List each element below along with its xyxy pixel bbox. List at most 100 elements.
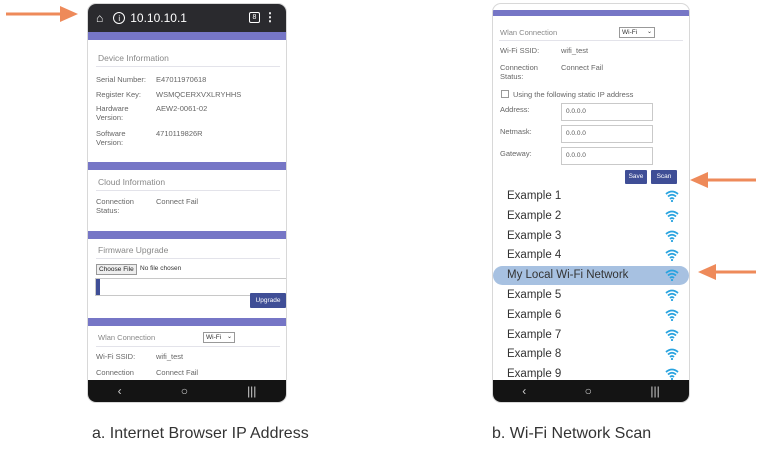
chevron-down-icon: ⌄ <box>226 334 232 340</box>
browser-url-bar: ⌂ i 10.10.10.1 8 ⋮ <box>88 4 286 32</box>
network-item[interactable]: Example 5 <box>493 286 689 305</box>
network-name: Example 8 <box>507 348 562 361</box>
wlan-status-value: Connect Fail <box>561 63 604 72</box>
menu-icon[interactable]: ⋮ <box>264 10 276 24</box>
arrow-left-url <box>6 6 78 22</box>
wifi-signal-icon <box>665 368 679 381</box>
wifi-signal-icon <box>665 230 679 242</box>
arrow-scan-button <box>690 172 756 188</box>
wlan-title: Wlan Connection <box>98 333 156 342</box>
section-stripe <box>88 162 286 170</box>
address-label: Address: <box>500 105 530 114</box>
network-name: Example 9 <box>507 368 562 381</box>
divider <box>96 190 280 191</box>
software-value: 4710119826R <box>156 129 203 138</box>
scan-label: Scan <box>656 173 672 180</box>
recent-apps-icon[interactable]: ||| <box>650 384 659 398</box>
network-item[interactable]: Example 7 <box>493 326 689 345</box>
back-icon[interactable]: ‹ <box>522 384 526 398</box>
network-name: Example 2 <box>507 209 562 222</box>
wifi-signal-icon <box>665 269 679 282</box>
wifi-signal-icon <box>665 190 679 202</box>
software-label-line2: Version: <box>96 138 124 147</box>
save-button[interactable]: Save <box>625 170 647 184</box>
cloud-status-label: Connection Status: <box>96 197 134 215</box>
wlan-mode-select[interactable]: Wi-Fi ⌄ <box>619 27 655 38</box>
network-item[interactable]: Example 6 <box>493 306 689 325</box>
gateway-label: Gateway: <box>500 149 532 158</box>
gateway-field[interactable]: 0.0.0.0 <box>561 147 653 165</box>
network-name: Example 6 <box>507 308 562 321</box>
static-ip-checkbox[interactable] <box>501 90 509 98</box>
hardware-value: AEW2-0061-02 <box>156 104 208 113</box>
scan-button[interactable]: Scan <box>651 170 677 184</box>
home-nav-icon[interactable]: ○ <box>585 384 592 398</box>
serial-label: Serial Number: <box>96 75 147 84</box>
file-status: No file chosen <box>140 265 182 272</box>
cloud-status-value: Connect Fail <box>156 197 199 206</box>
netmask-label: Netmask: <box>500 127 532 136</box>
network-name: Example 4 <box>507 249 562 262</box>
serial-value: E47011970618 <box>156 75 207 84</box>
wlan-status-label-line1: Connection <box>500 63 538 72</box>
caption-b: b. Wi-Fi Network Scan <box>492 425 652 442</box>
network-item[interactable]: Example 8 <box>493 345 689 364</box>
wlan-status-label: Connection Status: <box>500 63 538 81</box>
recent-apps-icon[interactable]: ||| <box>247 384 256 398</box>
wifi-scan-phone-screenshot: Wlan Connection Wi-Fi ⌄ Wi-Fi SSID: wifi… <box>493 4 689 402</box>
network-item-selected[interactable]: My Local Wi-Fi Network <box>493 266 689 286</box>
software-label: Software Version: <box>96 129 126 147</box>
wlan-title: Wlan Connection <box>500 28 558 37</box>
network-name: Example 1 <box>507 190 562 202</box>
url-text[interactable]: 10.10.10.1 <box>130 11 187 25</box>
save-label: Save <box>628 173 644 180</box>
network-name: My Local Wi-Fi Network <box>507 269 629 282</box>
wifi-signal-icon <box>665 249 679 262</box>
wlan-status-value: Connect Fail <box>156 368 199 377</box>
network-item[interactable]: Example 1 <box>493 187 689 206</box>
network-item[interactable]: Example 4 <box>493 246 689 265</box>
register-label: Register Key: <box>96 90 142 99</box>
caption-a: a. Internet Browser IP Address <box>92 425 309 442</box>
section-stripe <box>88 318 286 326</box>
wlan-mode-select[interactable]: Wi-Fi ⌄ <box>203 332 235 343</box>
wlan-mode-value: Wi-Fi <box>622 29 638 36</box>
header-stripe <box>493 10 689 16</box>
upgrade-label: Upgrade <box>255 297 281 304</box>
divider <box>96 258 280 259</box>
android-nav-bar: ‹ ○ ||| <box>88 380 286 402</box>
home-icon[interactable]: ⌂ <box>96 11 103 25</box>
address-field[interactable]: 0.0.0.0 <box>561 103 653 121</box>
software-label-line1: Software <box>96 129 126 138</box>
wlan-mode-value: Wi-Fi <box>206 334 222 341</box>
netmask-field[interactable]: 0.0.0.0 <box>561 125 653 143</box>
network-item[interactable]: Example 3 <box>493 227 689 246</box>
register-value: WSMQCERXVXLRYHHS <box>156 90 242 99</box>
home-nav-icon[interactable]: ○ <box>181 384 188 398</box>
network-name: Example 7 <box>507 328 562 341</box>
arrow-selected-network <box>698 264 756 280</box>
tabs-icon[interactable]: 8 <box>249 12 260 23</box>
android-nav-bar: ‹ ○ ||| <box>493 380 689 402</box>
cloud-status-label-line1: Connection <box>96 197 134 206</box>
wifi-signal-icon <box>665 329 679 341</box>
device-info-title: Device Information <box>98 53 169 63</box>
wifi-signal-icon <box>665 210 679 222</box>
wlan-status-label: Connection <box>96 368 134 377</box>
divider <box>499 40 683 41</box>
address-value: 0.0.0.0 <box>566 108 586 115</box>
divider <box>96 66 280 67</box>
divider <box>96 346 280 347</box>
hardware-label: Hardware Version: <box>96 104 129 122</box>
upgrade-button[interactable]: Upgrade <box>250 293 286 308</box>
ssid-label: Wi-Fi SSID: <box>500 46 540 55</box>
back-icon[interactable]: ‹ <box>118 384 122 398</box>
wifi-signal-icon <box>665 348 679 361</box>
network-item[interactable]: Example 2 <box>493 207 689 226</box>
info-icon[interactable]: i <box>113 12 126 24</box>
choose-file-button[interactable]: Choose File <box>96 264 137 275</box>
progress-fill <box>96 279 100 295</box>
cloud-info-title: Cloud Information <box>98 177 166 187</box>
hardware-label-line2: Version: <box>96 113 124 122</box>
wlan-status-label-line2: Status: <box>500 72 524 81</box>
